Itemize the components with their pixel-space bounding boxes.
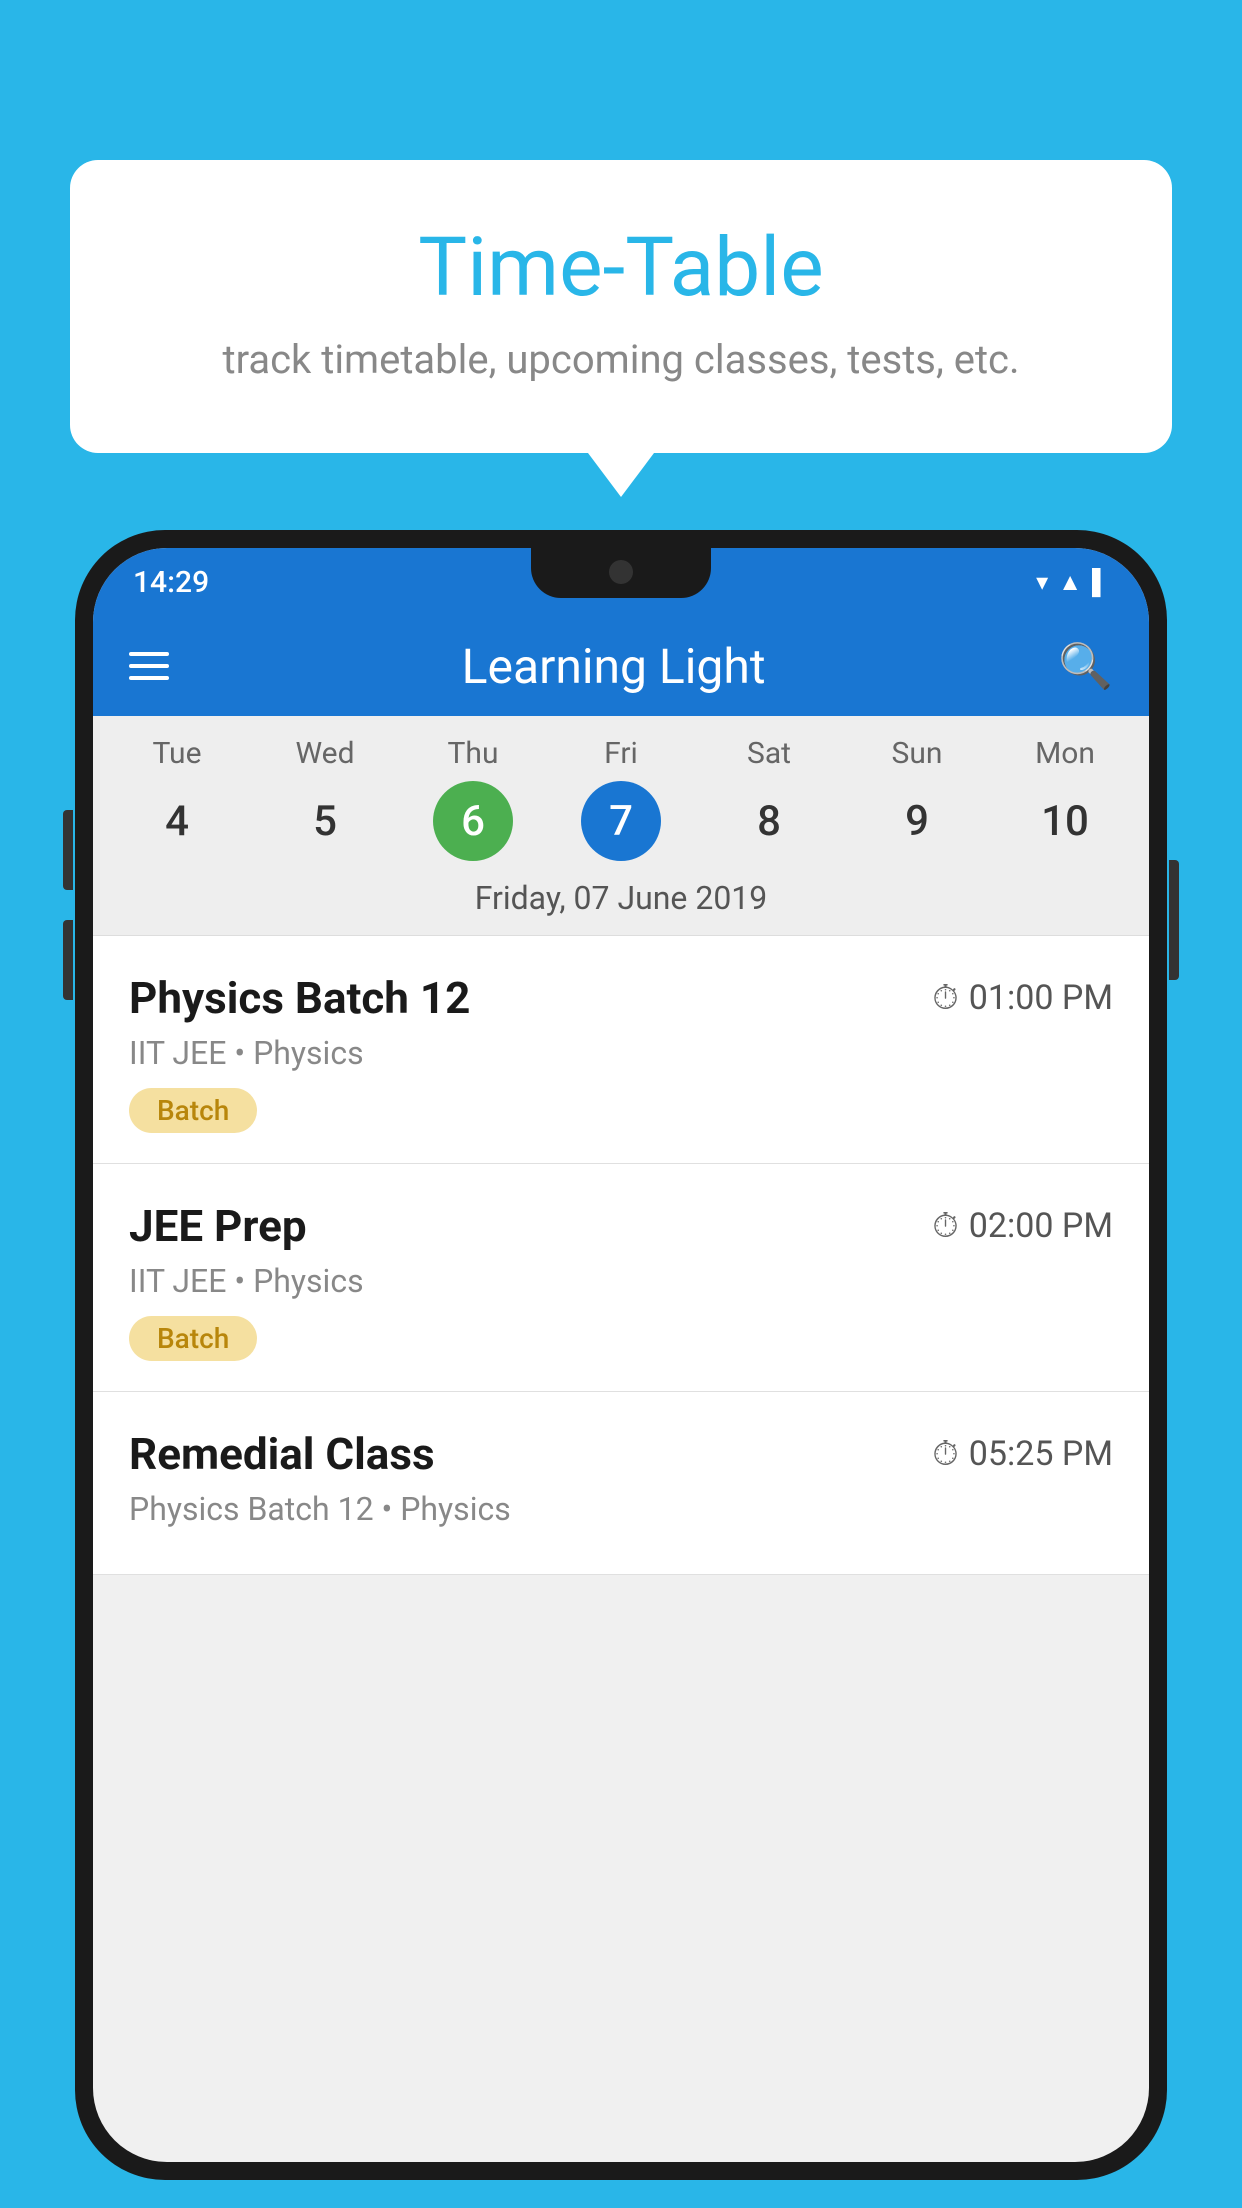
day-label: Tue — [153, 736, 202, 771]
schedule-time-text: 05:25 PM — [969, 1434, 1113, 1474]
schedule-item-name: Remedial Class — [129, 1428, 435, 1480]
status-icons: ▾ ▲ ▌ — [1036, 568, 1109, 597]
clock-icon: ⏱ — [932, 978, 959, 1018]
day-col[interactable]: Tue 4 — [112, 736, 242, 861]
clock-icon: ⏱ — [932, 1434, 959, 1474]
day-col[interactable]: Thu 6 — [408, 736, 538, 861]
day-number[interactable]: 8 — [729, 781, 809, 861]
day-col[interactable]: Wed 5 — [260, 736, 390, 861]
hamburger-menu-button[interactable] — [129, 652, 169, 680]
clock-icon: ⏱ — [932, 1206, 959, 1246]
schedule-meta: IIT JEE • Physics — [129, 1262, 1113, 1300]
day-label: Wed — [296, 736, 355, 771]
day-number[interactable]: 10 — [1025, 781, 1105, 861]
day-label: Fri — [604, 736, 638, 771]
phone-notch — [531, 548, 711, 598]
app-bar: Learning Light 🔍 — [93, 616, 1149, 716]
schedule-item-name: Physics Batch 12 — [129, 972, 470, 1024]
schedule-item-name: JEE Prep — [129, 1200, 307, 1252]
batch-badge: Batch — [129, 1316, 257, 1361]
day-col[interactable]: Sun 9 — [852, 736, 982, 861]
day-label: Thu — [448, 736, 499, 771]
batch-badge: Batch — [129, 1088, 257, 1133]
schedule-time-text: 01:00 PM — [969, 978, 1113, 1018]
day-label: Mon — [1035, 736, 1095, 771]
day-number[interactable]: 9 — [877, 781, 957, 861]
wifi-icon: ▾ — [1036, 568, 1048, 596]
day-col[interactable]: Mon 10 — [1000, 736, 1130, 861]
phone-outer: 14:29 ▾ ▲ ▌ Learning Light 🔍 — [75, 530, 1167, 2180]
schedule-meta: IIT JEE • Physics — [129, 1034, 1113, 1072]
phone-button-left-top — [63, 810, 73, 890]
schedule-list: Physics Batch 12⏱01:00 PMIIT JEE • Physi… — [93, 936, 1149, 1575]
phone-camera — [609, 560, 633, 584]
schedule-item[interactable]: Remedial Class ⏱05:25 PM Physics Batch 12 … — [93, 1392, 1149, 1575]
status-time: 14:29 — [133, 565, 209, 600]
phone-screen: 14:29 ▾ ▲ ▌ Learning Light 🔍 — [93, 548, 1149, 2162]
day-col[interactable]: Sat 8 — [704, 736, 834, 861]
selected-date-label: Friday, 07 June 2019 — [93, 861, 1149, 936]
day-number[interactable]: 4 — [137, 781, 217, 861]
tooltip-subtitle: track timetable, upcoming classes, tests… — [130, 336, 1112, 383]
app-bar-title: Learning Light — [462, 638, 766, 695]
schedule-item[interactable]: JEE Prep ⏱02:00 PM IIT JEE • Physics Batch — [93, 1164, 1149, 1392]
tooltip-title: Time-Table — [130, 220, 1112, 316]
day-number[interactable]: 7 — [581, 781, 661, 861]
phone-button-left-bottom — [63, 920, 73, 1000]
calendar-strip: Tue 4 Wed 5 Thu 6 Fri 7 Sat 8 Sun 9 Mon 10 Friday, 07… — [93, 716, 1149, 936]
signal-icon: ▲ — [1058, 568, 1082, 597]
days-row: Tue 4 Wed 5 Thu 6 Fri 7 Sat 8 Sun 9 Mon 10 — [93, 736, 1149, 861]
day-label: Sat — [747, 736, 791, 771]
phone-wrapper: 14:29 ▾ ▲ ▌ Learning Light 🔍 — [75, 530, 1167, 2208]
day-col[interactable]: Fri 7 — [556, 736, 686, 861]
schedule-time-text: 02:00 PM — [969, 1206, 1113, 1246]
day-number[interactable]: 6 — [433, 781, 513, 861]
tooltip-card: Time-Table track timetable, upcoming cla… — [70, 160, 1172, 453]
schedule-item[interactable]: Physics Batch 12 ⏱01:00 PM IIT JEE • Physi… — [93, 936, 1149, 1164]
battery-icon: ▌ — [1092, 568, 1109, 597]
day-label: Sun — [892, 736, 943, 771]
search-button[interactable]: 🔍 — [1058, 640, 1113, 692]
schedule-meta: Physics Batch 12 • Physics — [129, 1490, 1113, 1528]
day-number[interactable]: 5 — [285, 781, 365, 861]
phone-button-right — [1169, 860, 1179, 980]
